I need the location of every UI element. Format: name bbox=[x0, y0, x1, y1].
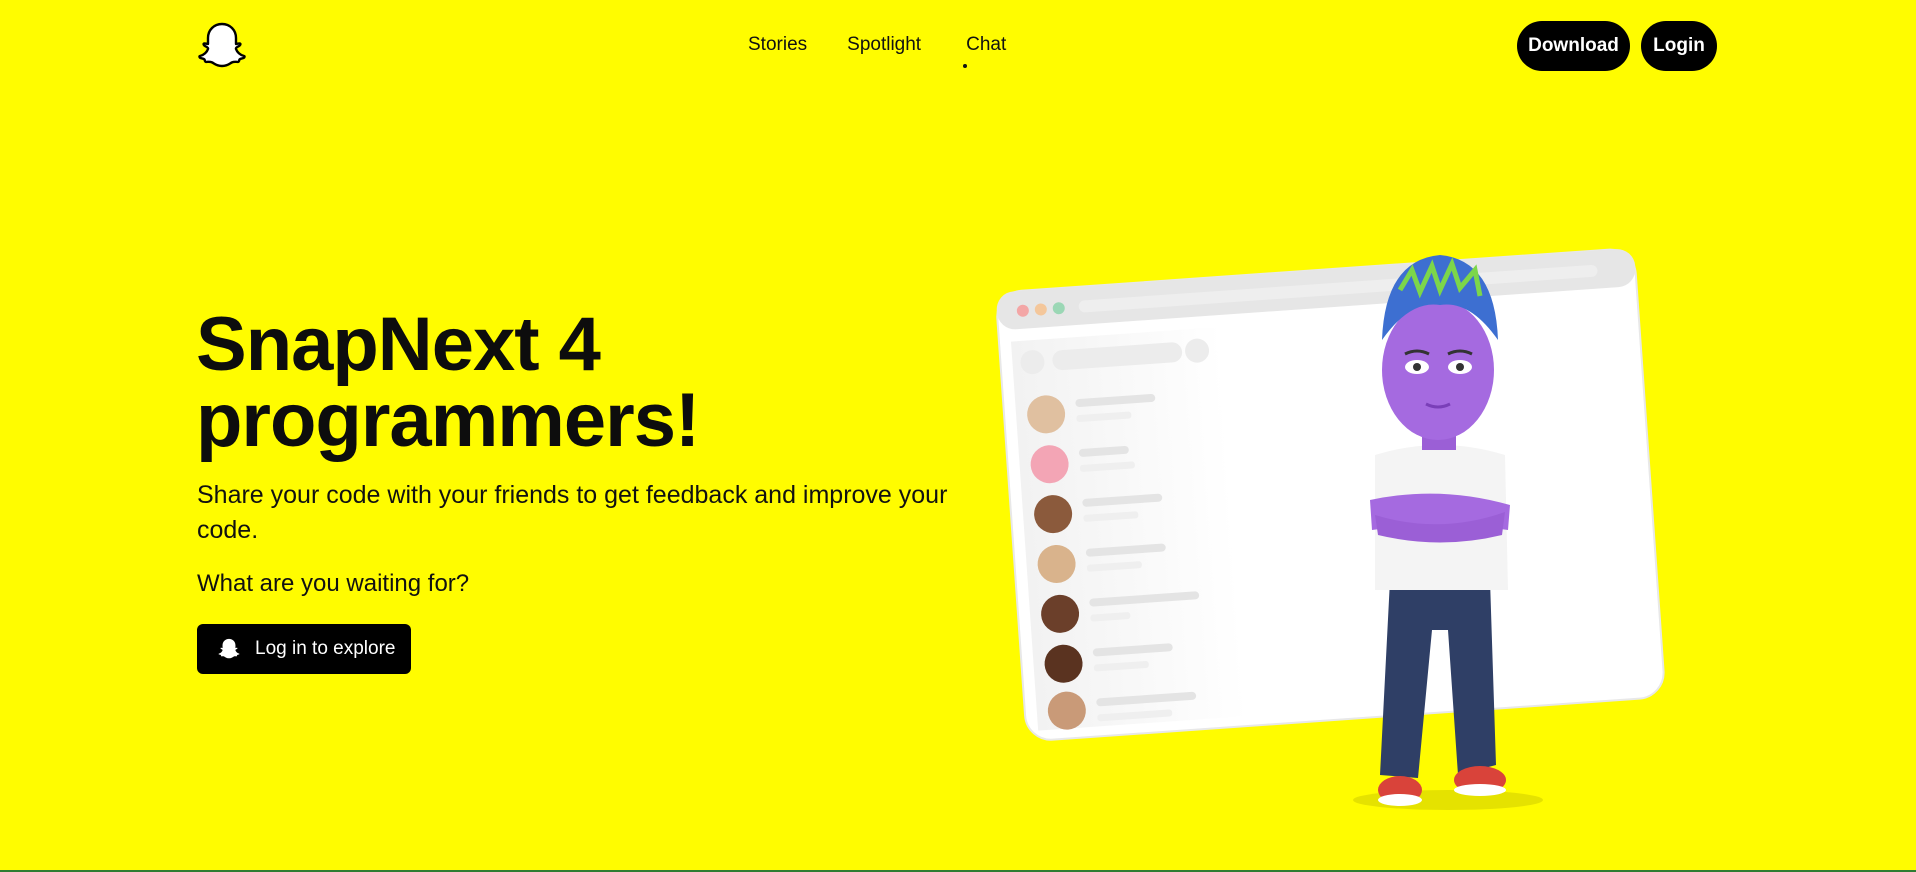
main-nav: Stories Spotlight Chat bbox=[748, 34, 1007, 68]
active-indicator-dot bbox=[963, 64, 968, 68]
hero-title: SnapNext 4 programmers! bbox=[196, 302, 700, 463]
snapchat-ghost-icon[interactable] bbox=[196, 20, 248, 72]
login-to-explore-button[interactable]: Log in to explore bbox=[197, 624, 411, 674]
chat-window-mockup bbox=[996, 248, 1665, 741]
snapchat-ghost-icon bbox=[218, 638, 240, 659]
login-button[interactable]: Login bbox=[1641, 21, 1717, 71]
hero-illustration bbox=[996, 248, 1665, 810]
site-header: Stories Spotlight Chat Download Login bbox=[0, 0, 1916, 92]
nav-chat-label: Chat bbox=[966, 34, 1007, 55]
nav-stories[interactable]: Stories bbox=[748, 34, 807, 56]
nav-spotlight[interactable]: Spotlight bbox=[847, 34, 921, 56]
hero-subtitle: Share your code with your friends to get… bbox=[197, 481, 948, 544]
hero-title-line-1: SnapNext 4 bbox=[196, 302, 601, 387]
hero-title-line-2: programmers! bbox=[196, 378, 700, 463]
download-button[interactable]: Download bbox=[1517, 21, 1630, 71]
nav-chat[interactable]: Chat bbox=[963, 34, 1007, 68]
hero-question: What are you waiting for? bbox=[197, 570, 470, 597]
landing-page: Stories Spotlight Chat Download Login Sn… bbox=[0, 0, 1916, 872]
login-to-explore-label: Log in to explore bbox=[255, 638, 396, 659]
